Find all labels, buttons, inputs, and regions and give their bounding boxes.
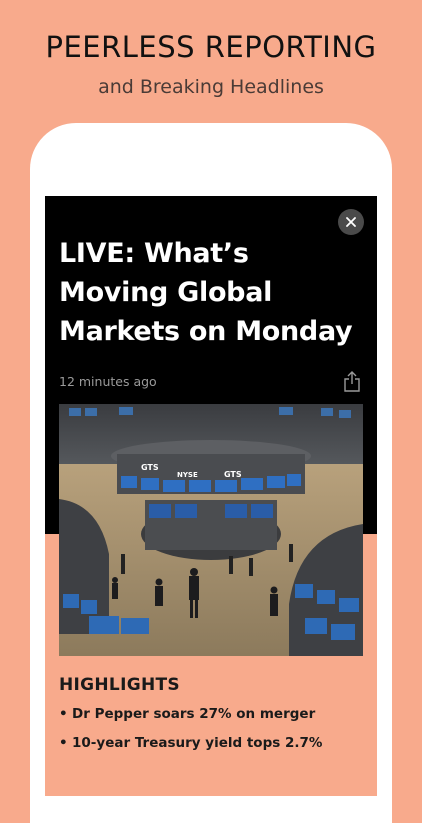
share-icon[interactable]	[343, 371, 361, 393]
article-view: LIVE: What’s Moving Global Markets on Mo…	[45, 196, 377, 796]
list-item[interactable]: • 10-year Treasury yield tops 2.7%	[59, 735, 369, 751]
close-icon	[346, 217, 356, 227]
article-headline: LIVE: What’s Moving Global Markets on Mo…	[59, 238, 353, 347]
bullet-icon: •	[59, 706, 68, 722]
promo-subtitle: and Breaking Headlines	[98, 76, 324, 98]
trading-floor-photo: GTS NYSE GTS	[59, 404, 363, 656]
article-photo: GTS NYSE GTS	[59, 404, 363, 656]
photo-sign-gts-right: GTS	[224, 470, 242, 479]
highlights-title: HIGHLIGHTS	[59, 675, 180, 695]
highlight-text: Dr Pepper soars 27% on merger	[72, 706, 316, 722]
highlight-text: 10-year Treasury yield tops 2.7%	[72, 735, 323, 751]
close-button[interactable]	[338, 209, 364, 235]
photo-sign-nyse: NYSE	[177, 471, 198, 479]
bullet-icon: •	[59, 735, 68, 751]
highlights-list: • Dr Pepper soars 27% on merger • 10-yea…	[59, 706, 369, 764]
photo-sign-gts-left: GTS	[141, 463, 159, 472]
list-item[interactable]: • Dr Pepper soars 27% on merger	[59, 706, 369, 722]
article-timestamp: 12 minutes ago	[59, 374, 157, 389]
promo-title: PEERLESS REPORTING	[45, 30, 377, 64]
